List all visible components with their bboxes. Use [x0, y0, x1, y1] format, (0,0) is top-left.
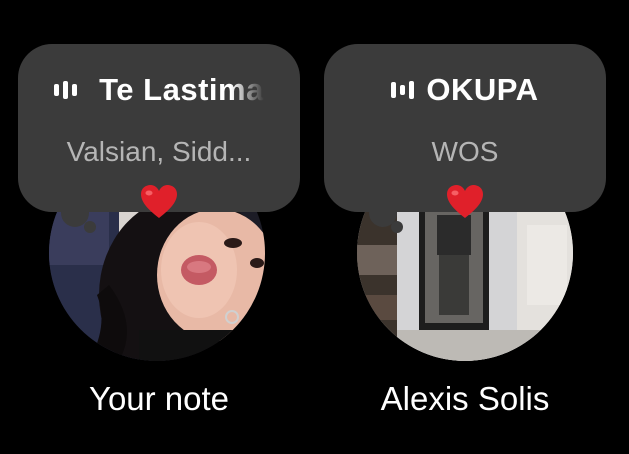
song-row: OKUPA [324, 70, 606, 110]
note-bubble-alexis-solis[interactable]: OKUPA WOS [324, 44, 606, 218]
bubble-tail-dot [391, 221, 403, 233]
song-title: OKUPA [426, 72, 539, 107]
bubble-tail-dot [84, 221, 96, 233]
note-caption: Your note [88, 380, 230, 417]
audio-bars-icon [54, 80, 78, 100]
notes-tray: Te Lastima Valsian, Sidd... Your note OK… [0, 0, 629, 454]
artist-name: Valsian, Sidd... [66, 136, 252, 167]
artist-name: WOS [431, 136, 499, 167]
song-title: Te Lastima [99, 72, 264, 107]
audio-bars-icon [391, 80, 415, 100]
note-bubble-your-note[interactable]: Te Lastima Valsian, Sidd... [18, 44, 300, 218]
red-heart-icon [447, 185, 483, 218]
red-heart-icon [141, 185, 177, 218]
note-caption: Alexis Solis [380, 380, 550, 417]
song-row: Te Lastima [18, 70, 300, 110]
